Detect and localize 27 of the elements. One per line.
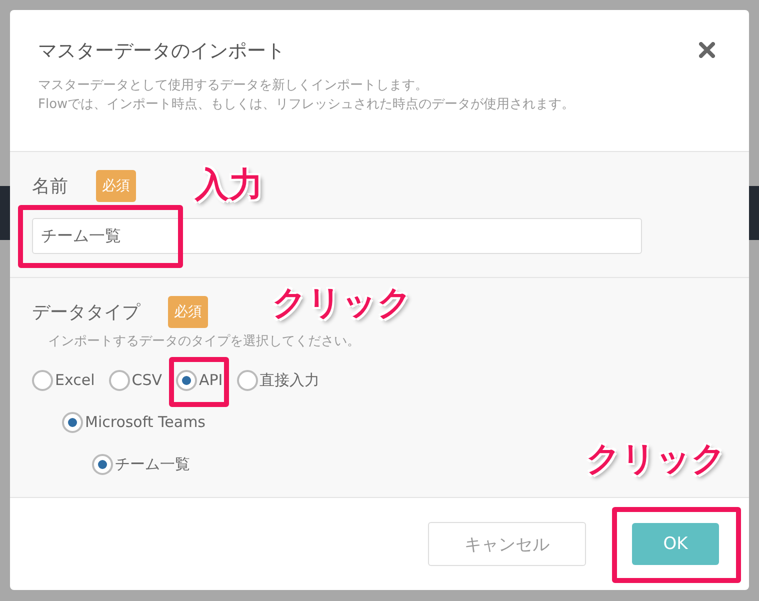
highlight-box <box>169 357 229 407</box>
radio-button[interactable] <box>32 370 53 390</box>
radio-option[interactable]: チーム一覧 <box>92 452 190 476</box>
radio-option[interactable]: API <box>176 368 223 392</box>
dialog-title: マスターデータのインポート <box>38 39 285 64</box>
radio-option[interactable]: CSV <box>108 368 162 392</box>
dialog-description: Flowでは、インポート時点、もしくは、リフレッシュされた時点のデータが使用されます。 <box>38 96 576 114</box>
field-hint: インポートするデータのタイプを選択してください。 <box>48 333 360 350</box>
radio-button[interactable] <box>108 370 130 390</box>
radio-option[interactable]: Microsoft Teams <box>62 410 206 434</box>
annotation-label: クリック <box>586 442 726 476</box>
cancel-button[interactable]: キャンセル <box>428 522 586 566</box>
annotation-label: クリック <box>272 286 412 320</box>
required-badge: 必須 <box>96 170 136 202</box>
annotation-label: 入力 <box>195 168 263 202</box>
required-badge: 必須 <box>168 296 208 328</box>
radio-option[interactable]: 直接入力 <box>236 368 320 392</box>
radio-button[interactable] <box>62 412 83 432</box>
radio-option[interactable]: Excel <box>32 368 95 392</box>
field-label: 名前 <box>32 175 68 198</box>
radio-button[interactable] <box>92 454 113 474</box>
radio-button[interactable] <box>176 370 197 390</box>
close-icon[interactable] <box>699 42 715 58</box>
field-label: データタイプ <box>32 301 140 324</box>
name-input[interactable]: チーム一覧 <box>32 218 642 254</box>
radio-button[interactable] <box>236 370 258 390</box>
dialog-description: マスターデータとして使用するデータを新しくインポートします。 <box>38 77 429 95</box>
